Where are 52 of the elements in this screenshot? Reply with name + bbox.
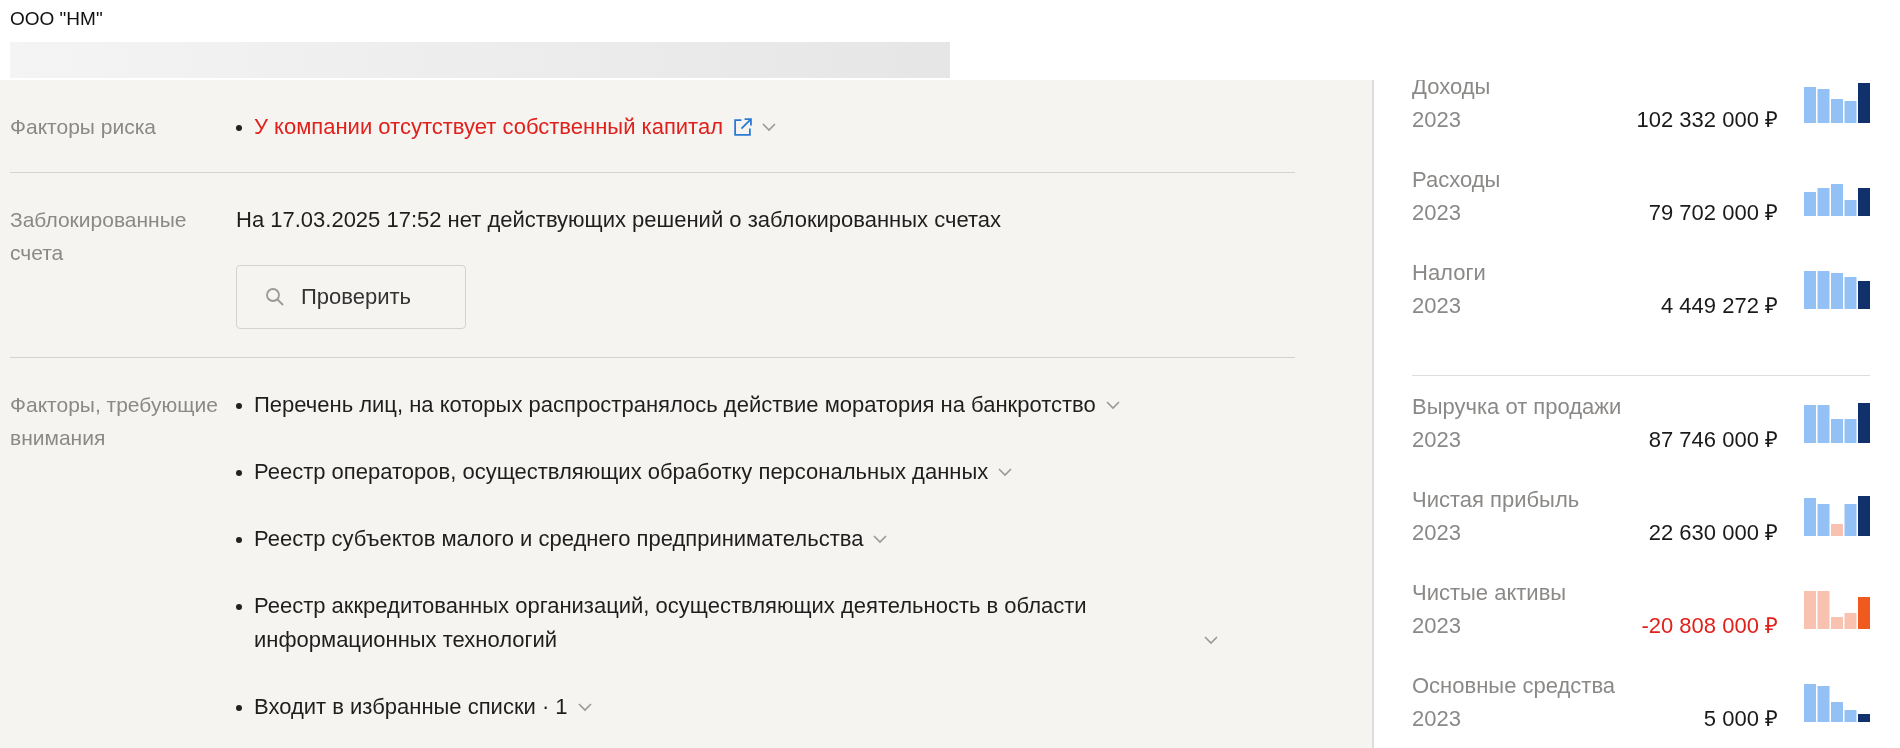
bullet-icon <box>236 125 242 131</box>
metric-value: 87 746 000 ₽ <box>1648 426 1778 454</box>
metric-value: 22 630 000 ₽ <box>1648 519 1778 547</box>
metric-label: Налоги <box>1412 259 1487 287</box>
metric-label: Чистая прибыль <box>1412 486 1581 514</box>
list-item-text: Входит в избранные списки · 1 <box>254 693 568 721</box>
metric-year: 2023 <box>1412 426 1462 454</box>
metric-year: 2023 <box>1412 292 1462 320</box>
bullet-icon <box>236 470 242 476</box>
chevron-down-icon[interactable] <box>1105 400 1120 410</box>
chevron-down-icon[interactable] <box>1204 635 1218 645</box>
sparkline-drawing <box>1804 496 1870 536</box>
list-item-text: У компании отсутствует собственный капитал <box>254 113 723 141</box>
metric-year: 2023 <box>1412 705 1462 733</box>
metric-label: Расходы <box>1412 166 1502 194</box>
metric-year: 2023 <box>1412 199 1462 227</box>
company-title: ООО "НМ" <box>10 8 104 30</box>
chevron-down-icon[interactable] <box>998 467 1013 477</box>
metric-value: 79 702 000 ₽ <box>1648 199 1778 227</box>
chevron-down-icon[interactable] <box>873 534 888 544</box>
section-label: Факторы риска <box>10 114 157 140</box>
metric-value: 5 000 ₽ <box>1703 705 1778 733</box>
metric-year: 2023 <box>1412 612 1462 640</box>
list-item-text: Реестр операторов, осуществляющих обработку персональных данных <box>254 458 989 486</box>
metric-label: Основные средства <box>1412 672 1617 700</box>
list-item-text: Реестр аккредитованных организаций, осуществляющих деятельность в области информационных технологий <box>254 592 1088 654</box>
bullet-icon <box>236 537 242 543</box>
bullet-icon <box>236 705 242 711</box>
sparkline-drawing <box>1804 589 1870 629</box>
search-icon <box>265 287 285 307</box>
list-item-text: Реестр субъектов малого и среднего предпринимательства <box>254 525 864 553</box>
sparkline-drawing <box>1804 403 1870 443</box>
sparkline-drawing <box>1804 269 1870 309</box>
chevron-down-icon[interactable] <box>762 122 776 132</box>
section-label: Заблокированные счета <box>10 207 188 266</box>
check-button[interactable]: Проверить <box>236 265 466 329</box>
metric-year: 2023 <box>1412 519 1462 547</box>
metric-value: -20 808 000 ₽ <box>1641 612 1778 640</box>
sparkline-drawing <box>1804 83 1870 123</box>
metric-value: 4 449 272 ₽ <box>1661 292 1778 320</box>
bullet-icon <box>236 403 242 409</box>
section-label: Факторы, требующие внимания <box>10 392 219 451</box>
metric-label: Чистые активы <box>1412 579 1568 607</box>
external-link-icon[interactable] <box>733 117 752 137</box>
metric-value: 102 332 000 ₽ <box>1636 106 1778 134</box>
chevron-down-icon[interactable] <box>577 702 592 712</box>
sparkline-drawing <box>1804 682 1870 722</box>
metric-year: 2023 <box>1412 106 1462 134</box>
metric-label: Выручка от продажи <box>1412 393 1623 421</box>
bullet-icon <box>236 604 242 610</box>
note-text: На 17.03.2025 17:52 нет действующих решений о заблокированных счетах <box>236 206 1002 234</box>
list-item-text: Перечень лиц, на которых распространялось действие моратория на банкротство <box>254 391 1096 419</box>
